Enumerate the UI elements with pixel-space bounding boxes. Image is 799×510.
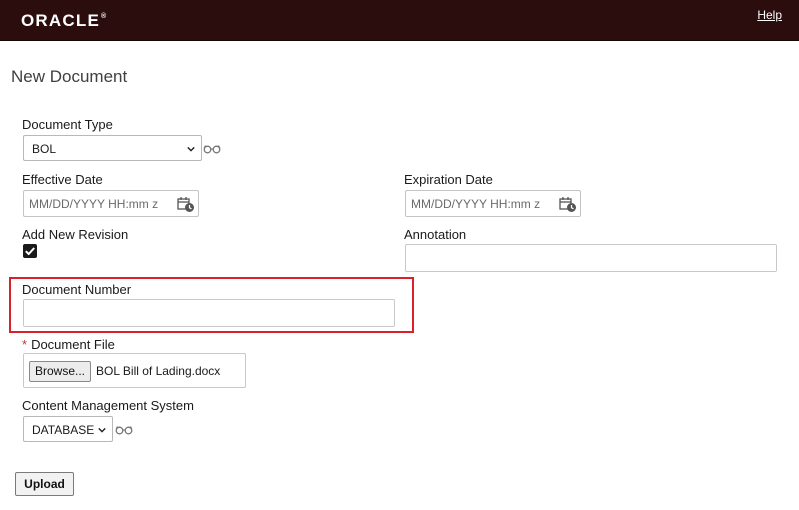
page-title: New Document: [11, 67, 128, 86]
logo-registered-mark: ®: [100, 13, 107, 20]
help-link[interactable]: Help: [757, 8, 782, 22]
calendar-clock-icon[interactable]: [559, 196, 577, 213]
required-marker: *: [22, 337, 28, 352]
top-banner: ORACLE® Help: [0, 0, 799, 41]
effective-date-field: [23, 190, 199, 217]
document-file-label: * Document File: [22, 337, 115, 352]
content-management-system-label: Content Management System: [22, 398, 194, 413]
chevron-down-icon: [187, 146, 195, 152]
document-type-select[interactable]: BOL: [23, 135, 202, 161]
document-number-input[interactable]: [23, 299, 395, 327]
glasses-icon[interactable]: [203, 144, 221, 154]
glasses-icon[interactable]: [115, 425, 133, 435]
browse-button[interactable]: Browse...: [29, 361, 92, 382]
upload-button[interactable]: Upload: [15, 472, 74, 496]
add-new-revision-label: Add New Revision: [22, 227, 129, 242]
check-icon: [25, 247, 35, 256]
document-number-label: Document Number: [22, 282, 132, 297]
document-file-picker: Browse... BOL Bill of Lading.docx: [23, 353, 246, 388]
add-new-revision-checkbox[interactable]: [23, 244, 37, 258]
document-type-value: BOL: [32, 142, 57, 156]
oracle-logo: ORACLE®: [21, 11, 106, 31]
annotation-input[interactable]: [405, 244, 777, 272]
effective-date-label: Effective Date: [22, 172, 103, 187]
selected-file-name: BOL Bill of Lading.docx: [96, 364, 221, 378]
annotation-label: Annotation: [404, 227, 467, 242]
content-management-system-value: DATABASE: [32, 423, 95, 437]
expiration-date-label: Expiration Date: [404, 172, 493, 187]
logo-text: ORACLE: [21, 11, 100, 30]
content-management-system-select[interactable]: DATABASE: [23, 416, 113, 442]
chevron-down-icon: [98, 427, 106, 433]
document-file-label-text: Document File: [31, 337, 115, 352]
expiration-date-input[interactable]: [406, 191, 556, 216]
document-type-label: Document Type: [22, 117, 113, 132]
effective-date-input[interactable]: [24, 191, 174, 216]
expiration-date-field: [405, 190, 581, 217]
calendar-clock-icon[interactable]: [177, 196, 195, 213]
